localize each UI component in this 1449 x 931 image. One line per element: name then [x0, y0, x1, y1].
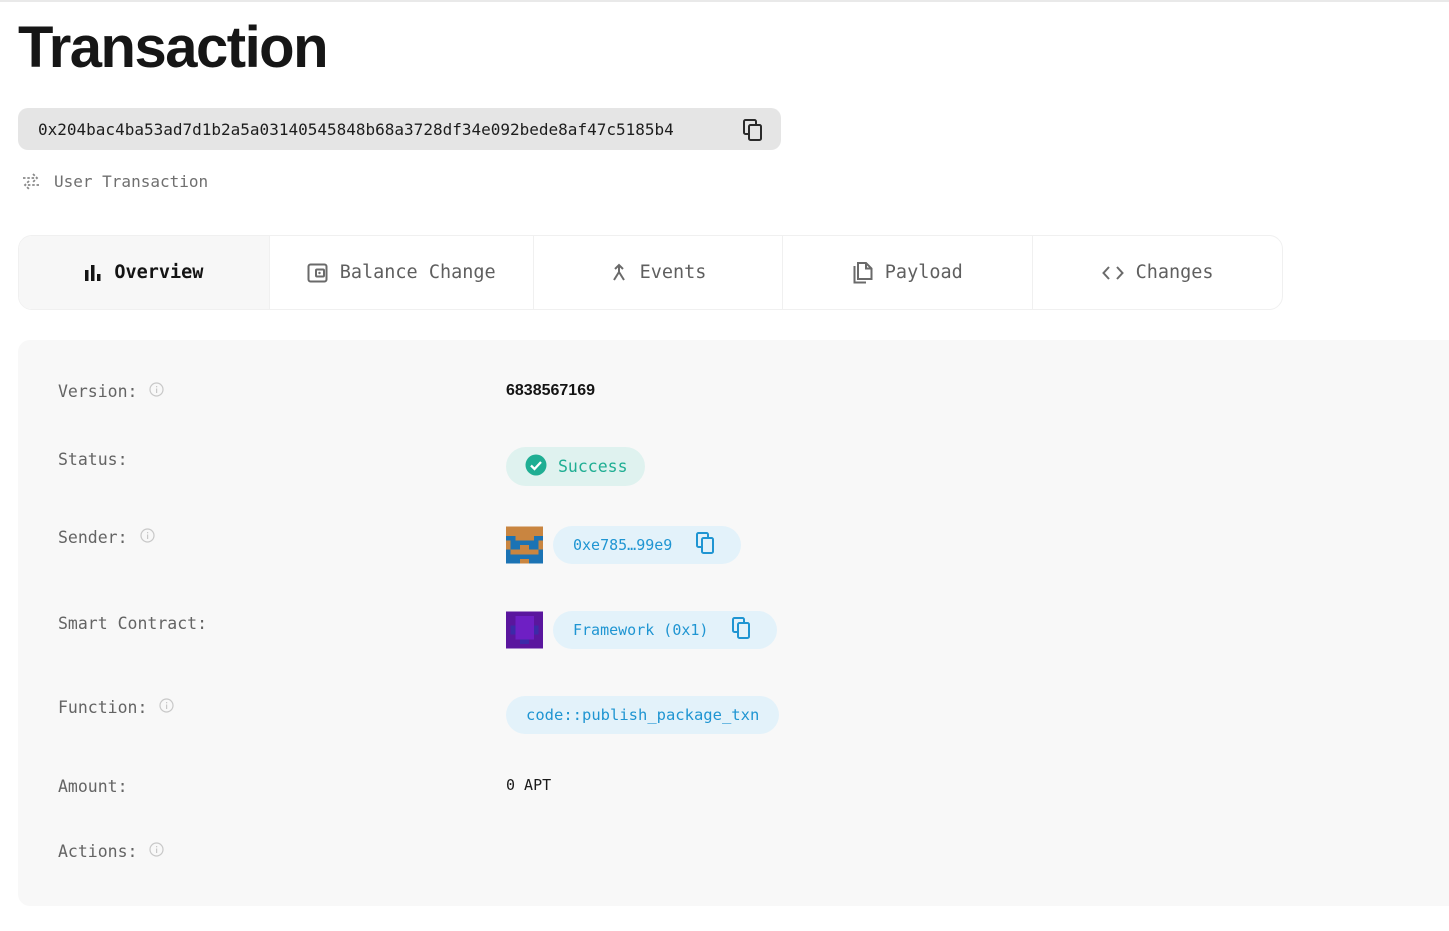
tab-overview[interactable]: Overview [19, 236, 270, 309]
tab-payload[interactable]: Payload [783, 236, 1034, 309]
amount-value-wrap: 0 APT [506, 776, 551, 794]
contract-avatar [506, 611, 543, 649]
copy-icon[interactable] [743, 119, 763, 145]
actions-row-label: Actions: [58, 842, 165, 861]
info-icon[interactable] [139, 528, 155, 547]
tab-bar: Overview Balance Change Events Payload C… [18, 235, 1283, 310]
amount-label: Amount: [58, 777, 128, 796]
status-row-label: Status: [58, 450, 128, 469]
tab-events-label: Events [639, 262, 707, 283]
version-value: 6838567169 [506, 382, 595, 399]
check-circle-icon [525, 454, 547, 480]
info-icon[interactable] [159, 698, 175, 717]
version-row-label: Version: [58, 382, 165, 401]
copy-icon[interactable] [696, 532, 715, 558]
overview-panel: Version: 6838567169 Status: Success Send… [18, 340, 1449, 906]
function-value-wrap: code::publish_package_txn [506, 696, 780, 734]
copy-icon[interactable] [732, 617, 751, 643]
info-icon[interactable] [149, 842, 165, 861]
sender-row-label: Sender: [58, 528, 155, 547]
transaction-hash-text: 0x204bac4ba53ad7d1b2a5a03140545848b68a37… [38, 119, 674, 139]
tab-changes[interactable]: Changes [1033, 236, 1282, 309]
version-label: Version: [58, 382, 138, 401]
amount-row-label: Amount: [58, 777, 128, 796]
version-value-wrap: 6838567169 [506, 382, 595, 400]
tab-balance-change[interactable]: Balance Change [270, 236, 534, 309]
transaction-type: User Transaction [20, 171, 208, 191]
contract-row-label: Smart Contract: [58, 614, 207, 633]
sender-address: 0xe785…99e9 [573, 536, 673, 554]
bar-chart-icon [84, 264, 102, 282]
info-icon[interactable] [149, 382, 165, 401]
tab-payload-label: Payload [884, 262, 963, 283]
transaction-hash[interactable]: 0x204bac4ba53ad7d1b2a5a03140545848b68a37… [18, 108, 781, 150]
status-value-wrap: Success [506, 447, 645, 486]
swap-arrows-icon [20, 171, 42, 191]
code-icon [1101, 265, 1124, 281]
status-badge: Success [506, 447, 645, 486]
status-label: Status: [58, 450, 128, 469]
sender-address-link[interactable]: 0xe785…99e9 [553, 526, 742, 564]
amount-value: 0 APT [506, 776, 552, 794]
function-row-label: Function: [58, 698, 175, 717]
document-icon [853, 261, 873, 284]
sender-label: Sender: [58, 528, 128, 547]
tab-overview-label: Overview [114, 262, 204, 283]
function-label: Function: [58, 698, 148, 717]
smart-contract-link[interactable]: Framework (0x1) [553, 611, 778, 649]
tab-events[interactable]: Events [534, 236, 784, 309]
status-text: Success [558, 457, 628, 476]
tab-balance-change-label: Balance Change [339, 262, 496, 283]
contract-value-wrap: Framework (0x1) [506, 611, 778, 649]
smart-contract-label: Smart Contract: [58, 614, 208, 633]
sender-avatar [506, 526, 543, 564]
transaction-type-label: User Transaction [54, 171, 209, 191]
top-divider [0, 0, 1449, 2]
function-name: code::publish_package_txn [526, 706, 760, 724]
merge-arrow-icon [610, 263, 628, 283]
wallet-icon [307, 263, 328, 283]
function-link[interactable]: code::publish_package_txn [506, 696, 780, 734]
page-title: Transaction [18, 15, 329, 80]
smart-contract-address: Framework (0x1) [573, 621, 709, 639]
tab-changes-label: Changes [1135, 262, 1214, 283]
actions-label: Actions: [58, 842, 138, 861]
sender-value-wrap: 0xe785…99e9 [506, 526, 742, 564]
